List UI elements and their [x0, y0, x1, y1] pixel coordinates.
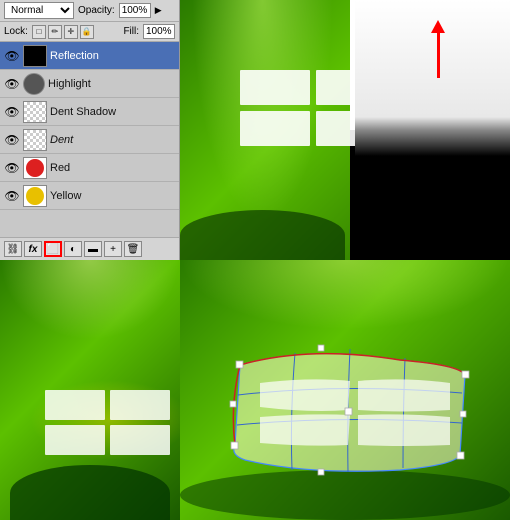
layer-thumbnail [23, 185, 47, 207]
layer-name: Highlight [48, 78, 175, 90]
lock-icons-group: □ ✏ ✛ 🔒 [32, 25, 94, 39]
warp-inner-rect-1 [260, 379, 350, 411]
warp-transform-container [210, 315, 480, 495]
layer-row[interactable]: 👁 Red [0, 154, 179, 182]
layer-row[interactable]: 👁 Reflection [0, 42, 179, 70]
layer-visibility-icon[interactable]: 👁 [4, 132, 20, 148]
lock-label: Lock: [4, 26, 28, 37]
layer-visibility-icon[interactable]: 👁 [4, 160, 20, 176]
lock-all-icon[interactable]: 🔒 [80, 25, 94, 39]
red-arrow [431, 20, 445, 78]
opacity-input[interactable] [119, 3, 151, 18]
warp-handle-top[interactable] [318, 345, 324, 351]
lock-image-icon[interactable]: ✏ [48, 25, 62, 39]
layer-thumbnail [23, 73, 45, 95]
canvas-bottom-right [180, 260, 510, 520]
delete-layer-icon[interactable]: 🗑 [124, 241, 142, 257]
layer-visibility-icon[interactable]: 👁 [4, 48, 20, 64]
warp-handle-right[interactable] [460, 411, 466, 417]
layer-row[interactable]: 👁 Highlight [0, 70, 179, 98]
adjustment-icon[interactable]: ◐ [64, 241, 82, 257]
mask-icon[interactable]: ⬜ [44, 241, 62, 257]
warp-handle-tr[interactable] [462, 371, 469, 378]
warp-handle-br[interactable] [457, 452, 464, 459]
arrow-head-icon [431, 20, 445, 33]
white-rect [240, 70, 310, 105]
canvas-top-right [180, 0, 510, 260]
warp-inner-rect-2 [358, 379, 450, 411]
layer-name: Dent Shadow [50, 106, 175, 118]
reflection-rect [45, 390, 105, 420]
layer-visibility-icon[interactable]: 👁 [4, 76, 20, 92]
new-layer-icon[interactable]: + [104, 241, 122, 257]
warp-handle-center[interactable] [345, 408, 352, 415]
warp-grid-svg [210, 315, 480, 495]
layers-panel: Normal Opacity: ▶ Lock: □ ✏ ✛ 🔒 Fill: 👁 [0, 0, 180, 260]
canvas-bottom-left [0, 260, 180, 520]
warp-handle-left[interactable] [230, 401, 236, 407]
group-icon[interactable]: ▬ [84, 241, 102, 257]
opacity-label: Opacity: [78, 5, 115, 16]
reflection-rect [110, 390, 170, 420]
layer-name: Yellow [50, 190, 175, 202]
panel-bottom-bar: ⛓ fx ⬜ ◐ ▬ + 🗑 [0, 237, 179, 260]
layer-row[interactable]: 👁 Dent [0, 126, 179, 154]
layer-thumbnail [23, 129, 47, 151]
white-rect [240, 111, 310, 146]
layer-name: Red [50, 162, 175, 174]
arrow-line [437, 33, 440, 78]
layer-visibility-icon[interactable]: 👁 [4, 188, 20, 204]
fill-input[interactable] [143, 24, 175, 39]
layers-list: 👁 Reflection 👁 Highlight 👁 Dent Shadow 👁 [0, 42, 179, 237]
layer-thumbnail [23, 45, 47, 67]
warp-inner-rect-3 [260, 414, 350, 445]
lock-position-icon[interactable]: ✛ [64, 25, 78, 39]
layer-row[interactable]: 👁 Dent Shadow [0, 98, 179, 126]
layer-visibility-icon[interactable]: 👁 [4, 104, 20, 120]
panel-top-bar: Normal Opacity: ▶ [0, 0, 179, 22]
green-shadow [180, 210, 345, 260]
reflection-rects [45, 390, 170, 455]
reflection-rect [110, 425, 170, 455]
layer-row[interactable]: 👁 Yellow [0, 182, 179, 210]
layer-name: Dent [50, 134, 175, 146]
layer-thumbnail [23, 157, 47, 179]
lock-transparent-icon[interactable]: □ [32, 25, 46, 39]
warp-handle-bl[interactable] [231, 442, 238, 449]
panel-lock-bar: Lock: □ ✏ ✛ 🔒 Fill: [0, 22, 179, 42]
bottom-shadow-arc [10, 465, 170, 520]
fill-label: Fill: [123, 26, 139, 37]
link-layers-icon[interactable]: ⛓ [4, 241, 22, 257]
reflection-rect [45, 425, 105, 455]
warp-handle-tl[interactable] [236, 361, 243, 368]
blend-mode-select[interactable]: Normal [4, 2, 74, 19]
warp-inner-rect-4 [358, 414, 450, 446]
layer-name: Reflection [50, 50, 175, 62]
layer-thumbnail [23, 101, 47, 123]
fx-icon[interactable]: fx [24, 241, 42, 257]
top-highlight [0, 260, 180, 340]
opacity-arrow-icon[interactable]: ▶ [155, 5, 162, 16]
warp-handle-bottom[interactable] [318, 469, 324, 475]
